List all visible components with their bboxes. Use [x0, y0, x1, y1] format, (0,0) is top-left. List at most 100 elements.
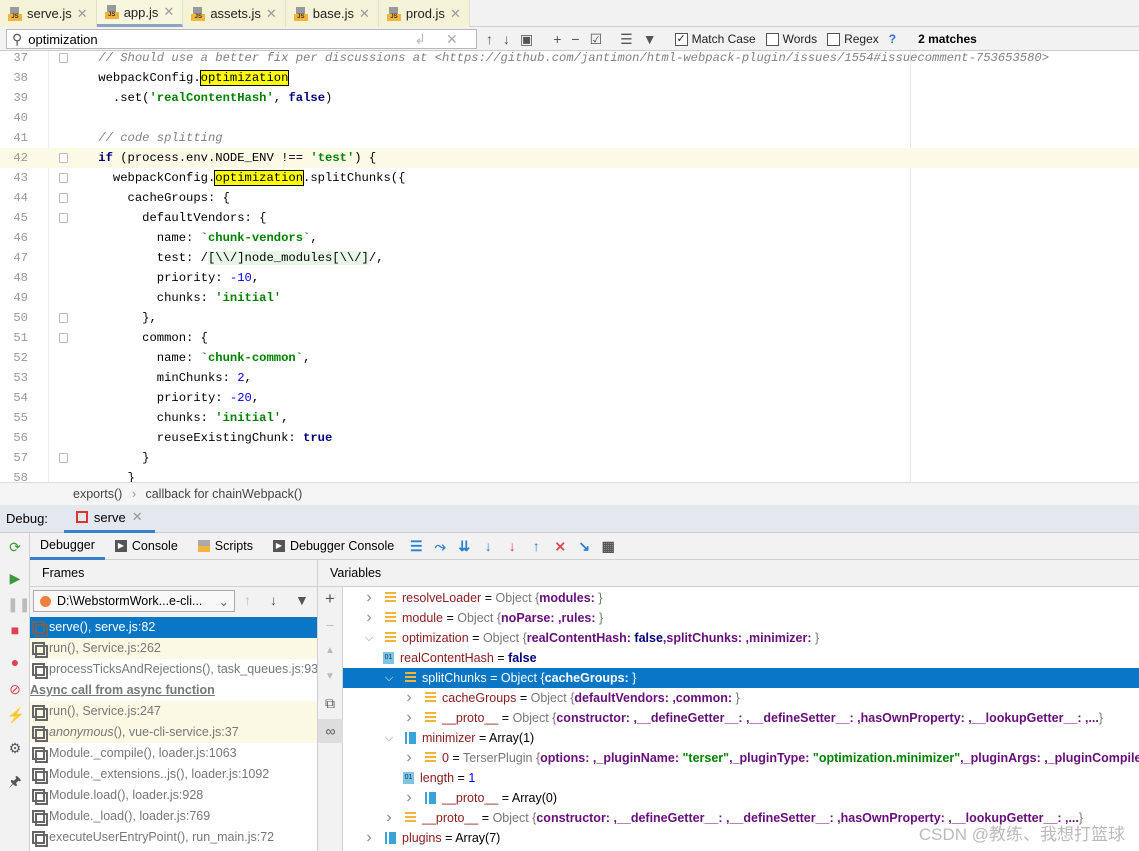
- variable-row[interactable]: ⌵ optimization = Object {realContentHash:…: [343, 628, 1139, 648]
- smart-step-into-icon[interactable]: ↓: [500, 538, 524, 554]
- remove-watch-icon[interactable]: −: [322, 617, 338, 633]
- filter-icon[interactable]: ▼: [643, 31, 657, 47]
- tab-assets-js[interactable]: assets.js ✕: [183, 0, 286, 27]
- variable-row[interactable]: ⌵ minimizer = Array(1): [343, 728, 1139, 748]
- tab-app-js[interactable]: app.js✕: [96, 0, 184, 27]
- variable-row[interactable]: ⌵ splitChunks = Object {cacheGroups: }: [343, 668, 1139, 688]
- fold-marker-icon[interactable]: [59, 333, 68, 343]
- chevron-right-icon[interactable]: ›: [403, 788, 415, 808]
- evaluate-expression-icon[interactable]: ▦: [596, 538, 620, 555]
- close-icon[interactable]: ✕: [77, 6, 88, 22]
- stack-frame[interactable]: Module._compile(), loader.js:1063: [30, 743, 317, 764]
- pause-icon[interactable]: ❚❚: [7, 596, 30, 612]
- frames-list[interactable]: serve(), serve.js:82 run(), Service.js:26…: [30, 617, 318, 851]
- stack-frame[interactable]: Module.load(), loader.js:928: [30, 785, 317, 806]
- drop-frame-icon[interactable]: ⨯: [548, 538, 572, 555]
- rerun-icon[interactable]: ⟳: [7, 539, 23, 555]
- match-case-check[interactable]: ✓: [674, 32, 688, 46]
- debug-session-tab[interactable]: serve ✕: [63, 505, 155, 533]
- tab-scripts[interactable]: Scripts: [188, 533, 263, 560]
- stack-frame[interactable]: anonymous(), vue-cli-service.js:37: [30, 722, 317, 743]
- words-check[interactable]: [765, 32, 779, 46]
- close-icon[interactable]: ✕: [359, 6, 370, 22]
- mute-breakpoints-icon[interactable]: ⊘: [7, 681, 23, 697]
- add-watch-icon[interactable]: +: [322, 590, 338, 607]
- filter-icon[interactable]: ▼: [295, 592, 309, 608]
- variable-row[interactable]: › module = Object {noParse: ,rules: }: [343, 608, 1139, 628]
- regex-checkbox[interactable]: Regex: [827, 32, 879, 46]
- run-to-cursor-icon[interactable]: ↘: [572, 538, 596, 555]
- regex-help-link[interactable]: ?: [889, 32, 896, 46]
- move-down-icon[interactable]: ▼: [322, 669, 338, 685]
- lightning-icon[interactable]: ⚡: [7, 707, 24, 723]
- variable-row[interactable]: › 0 = TerserPlugin {options: ,_pluginName…: [343, 748, 1139, 768]
- next-occurrence-icon[interactable]: ↓: [503, 31, 510, 47]
- words-checkbox[interactable]: Words: [765, 32, 817, 46]
- stack-frame[interactable]: processTicksAndRejections(), task_queues…: [30, 659, 317, 680]
- arrow-up-icon[interactable]: ↑: [244, 592, 251, 608]
- clear-icon[interactable]: ✕: [446, 31, 458, 48]
- step-into-icon[interactable]: ⇊: [452, 538, 476, 555]
- fold-marker-icon[interactable]: [59, 153, 68, 163]
- close-icon[interactable]: ✕: [450, 6, 461, 22]
- view-breakpoints-icon[interactable]: ●: [7, 654, 23, 670]
- newline-icon[interactable]: ↲: [414, 31, 426, 48]
- stack-frame[interactable]: executeUserEntryPoint(), run_main.js:72: [30, 827, 317, 848]
- search-input[interactable]: [28, 31, 409, 47]
- chevron-right-icon[interactable]: ›: [363, 828, 375, 848]
- stack-frame[interactable]: run(), Service.js:247: [30, 701, 317, 722]
- glasses-icon[interactable]: ∞: [318, 719, 343, 743]
- fold-marker-icon[interactable]: [59, 453, 68, 463]
- remove-selection-icon[interactable]: −: [571, 31, 579, 47]
- search-icon[interactable]: ⚲: [12, 31, 22, 48]
- select-all-occurrences-icon[interactable]: ▣: [520, 31, 533, 48]
- tab-serve-js[interactable]: serve.js ✕: [0, 0, 97, 27]
- step-out-icon[interactable]: ↑: [524, 538, 548, 554]
- stop-icon[interactable]: ■: [7, 622, 23, 638]
- pin-icon[interactable]: 🖈: [7, 773, 23, 789]
- fold-marker-icon[interactable]: [59, 213, 68, 223]
- variable-row[interactable]: 01 realContentHash = false: [343, 648, 1139, 668]
- tab-debugger[interactable]: Debugger: [30, 533, 105, 560]
- tab-base-js[interactable]: base.js ✕: [285, 0, 379, 27]
- chevron-right-icon[interactable]: ›: [383, 808, 395, 828]
- regex-check[interactable]: [827, 32, 841, 46]
- variable-row[interactable]: 01 length = 1: [343, 768, 1139, 788]
- force-step-into-icon[interactable]: ↓: [476, 538, 500, 554]
- stack-frame[interactable]: serve(), serve.js:82: [30, 617, 317, 638]
- close-icon[interactable]: ✕: [132, 509, 143, 525]
- move-up-icon[interactable]: ▲: [322, 643, 338, 659]
- resume-icon[interactable]: ▶: [7, 570, 23, 586]
- variable-row[interactable]: › resolveLoader = Object {modules: }: [343, 588, 1139, 608]
- layout-icon[interactable]: ☰: [404, 538, 428, 555]
- fold-marker-icon[interactable]: [59, 173, 68, 183]
- code-editor[interactable]: 37 // Should use a better fix per discus…: [0, 51, 1139, 482]
- breadcrumb-item[interactable]: callback for chainWebpack(): [145, 487, 302, 501]
- search-field[interactable]: ⚲ ↲ ✕: [6, 29, 477, 49]
- variables-tree[interactable]: › resolveLoader = Object {modules: } › modu…: [343, 588, 1139, 851]
- fold-marker-icon[interactable]: [59, 193, 68, 203]
- filter-lines-icon[interactable]: ☰: [620, 31, 633, 48]
- thread-dropdown[interactable]: D:\WebstormWork...e-cli... ⌄: [33, 590, 235, 612]
- breadcrumb-item[interactable]: exports(): [73, 487, 122, 501]
- match-case-checkbox[interactable]: ✓ Match Case: [674, 32, 756, 46]
- tab-prod-js[interactable]: prod.js ✕: [378, 0, 470, 27]
- stack-frame[interactable]: Module._load(), loader.js:769: [30, 806, 317, 827]
- tab-debugger-console[interactable]: ▶ Debugger Console: [263, 533, 404, 560]
- step-over-icon[interactable]: ⤳: [428, 538, 452, 555]
- close-icon[interactable]: ✕: [163, 4, 174, 20]
- fold-marker-icon[interactable]: [59, 313, 68, 323]
- chevron-right-icon[interactable]: ›: [363, 608, 375, 628]
- toggle-selection-icon[interactable]: ☑: [590, 31, 603, 48]
- fold-marker-icon[interactable]: [59, 53, 68, 63]
- chevron-down-icon[interactable]: ⌵: [383, 728, 395, 748]
- variable-row[interactable]: › __proto__ = Object {constructor: ,__def…: [343, 708, 1139, 728]
- chevron-right-icon[interactable]: ›: [403, 748, 415, 768]
- stack-frame[interactable]: Module._extensions..js(), loader.js:1092: [30, 764, 317, 785]
- variable-row[interactable]: › cacheGroups = Object {defaultVendors: ,…: [343, 688, 1139, 708]
- close-icon[interactable]: ✕: [266, 6, 277, 22]
- chevron-right-icon[interactable]: ›: [403, 688, 415, 708]
- copy-icon[interactable]: ⧉: [322, 695, 338, 711]
- previous-occurrence-icon[interactable]: ↑: [486, 31, 493, 47]
- stack-frame[interactable]: run(), Service.js:262: [30, 638, 317, 659]
